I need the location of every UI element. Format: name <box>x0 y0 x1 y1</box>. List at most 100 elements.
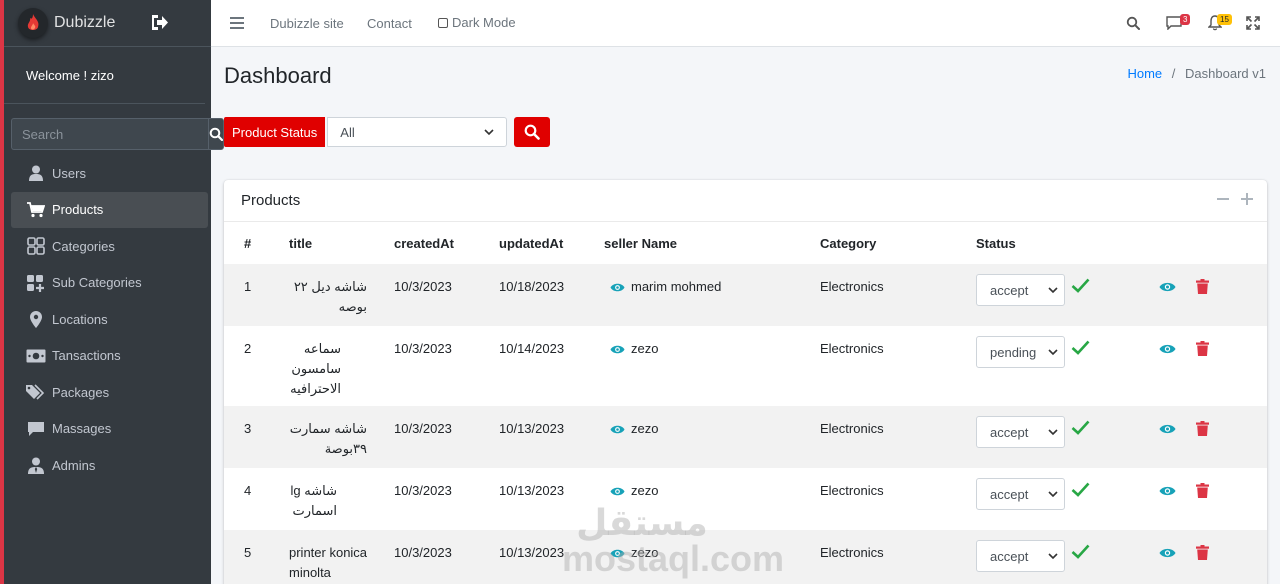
chevron-down-icon <box>1048 286 1058 293</box>
status-select[interactable]: accept <box>976 478 1065 510</box>
grid-icon <box>25 236 47 256</box>
dark-mode-checkbox[interactable] <box>438 17 448 28</box>
status-value: pending <box>990 344 1037 360</box>
products-card: Products # title createdAt updatedAt sel… <box>224 180 1267 584</box>
chevron-down-icon <box>1048 348 1058 355</box>
menu-toggle-icon[interactable] <box>230 17 244 32</box>
view-eye-icon[interactable] <box>1159 485 1176 497</box>
row-created: 10/3/2023 <box>394 545 452 560</box>
collapse-minus-icon[interactable] <box>1217 193 1229 205</box>
row-updated: 10/13/2023 <box>499 483 565 498</box>
check-icon[interactable] <box>1071 340 1090 355</box>
product-status-filter: Product Status All <box>224 117 551 147</box>
status-select[interactable]: accept <box>976 416 1065 448</box>
table-row: 1 شاشه ديل ٢٢ بوصه 10/3/2023 10/18/2023 … <box>224 264 1267 326</box>
sidebar-item-users[interactable]: Users <box>11 155 208 192</box>
notifications-badge: 15 <box>1217 14 1232 25</box>
seller-name: zezo <box>631 483 659 498</box>
nav-link-contact[interactable]: Contact <box>367 16 412 31</box>
row-title: شاشه سمارت ٣٩بوصة <box>289 421 367 456</box>
user-icon <box>25 163 47 183</box>
trash-icon[interactable] <box>1196 545 1209 560</box>
nav-link-dubizzle-site[interactable]: Dubizzle site <box>270 16 344 31</box>
row-seller[interactable]: marim mohmed <box>610 277 721 297</box>
sidebar-item-label: Locations <box>52 311 108 327</box>
status-value: accept <box>990 282 1029 298</box>
search-icon <box>209 127 223 141</box>
status-select[interactable]: accept <box>976 540 1065 572</box>
fullscreen-icon[interactable] <box>1246 16 1260 33</box>
status-select[interactable]: pending <box>976 336 1065 368</box>
filter-search-button[interactable] <box>514 117 551 147</box>
user-panel: Welcome ! zizo <box>4 47 205 104</box>
check-icon[interactable] <box>1071 278 1090 293</box>
trash-icon[interactable] <box>1196 421 1209 436</box>
col-updated: updatedAt <box>499 236 564 251</box>
trash-icon[interactable] <box>1196 483 1209 498</box>
check-icon[interactable] <box>1071 482 1090 497</box>
table-row: 3 شاشه سمارت ٣٩بوصة 10/3/2023 10/13/2023… <box>224 406 1267 468</box>
eye-icon <box>610 345 625 354</box>
trash-icon[interactable] <box>1196 341 1209 356</box>
sidebar: Dubizzle Welcome ! zizo Users Products C… <box>0 0 224 584</box>
product-status-select[interactable]: All <box>327 117 508 147</box>
row-seller[interactable]: zezo <box>610 543 658 563</box>
breadcrumb-home[interactable]: Home <box>1127 66 1162 81</box>
row-title: printer konica minolta <box>289 545 368 580</box>
row-number: 2 <box>244 341 252 356</box>
chevron-down-icon <box>484 128 494 135</box>
row-updated: 10/13/2023 <box>499 421 565 436</box>
view-eye-icon[interactable] <box>1159 423 1176 435</box>
row-seller[interactable]: zezo <box>610 419 658 439</box>
status-value: accept <box>990 548 1029 564</box>
brand[interactable]: Dubizzle <box>4 0 211 47</box>
view-eye-icon[interactable] <box>1159 547 1176 559</box>
dark-mode-toggle[interactable]: Dark Mode <box>438 15 516 30</box>
sidebar-item-admins[interactable]: Admins <box>11 447 208 484</box>
sidebar-search-input[interactable] <box>11 118 208 150</box>
table-row: 4 شاشه lg اسمارت 10/3/2023 10/13/2023 ze… <box>224 468 1267 530</box>
sidebar-item-categories[interactable]: Categories <box>11 228 208 265</box>
sidebar-item-products[interactable]: Products <box>11 191 208 228</box>
sidebar-search <box>11 118 224 150</box>
row-seller[interactable]: zezo <box>610 481 658 501</box>
check-icon[interactable] <box>1071 420 1090 435</box>
sidebar-item-label: Tansactions <box>52 348 121 364</box>
product-status-selected: All <box>340 124 355 140</box>
grid-plus-icon <box>25 273 47 293</box>
page-title: Dashboard <box>224 63 332 88</box>
eye-icon <box>610 283 625 292</box>
check-icon[interactable] <box>1071 544 1090 559</box>
sidebar-item-label: Sub Categories <box>52 275 142 291</box>
sidebar-item-packages[interactable]: Packages <box>11 374 208 411</box>
seller-name: zezo <box>631 421 659 436</box>
breadcrumb-separator: / <box>1171 66 1176 81</box>
sidebar-item-label: Products <box>52 202 104 218</box>
logout-icon[interactable] <box>150 14 169 34</box>
row-updated: 10/13/2023 <box>499 545 565 560</box>
view-eye-icon[interactable] <box>1159 343 1176 355</box>
map-marker-icon <box>25 309 47 329</box>
top-navbar: Dubizzle site Contact Dark Mode 3 15 <box>211 0 1280 47</box>
sidebar-item-massages[interactable]: Massages <box>11 411 208 448</box>
brand-logo-icon <box>18 8 48 38</box>
status-value: accept <box>990 486 1029 502</box>
sidebar-item-label: Users <box>52 165 86 181</box>
row-created: 10/3/2023 <box>394 279 452 294</box>
table-header: # title createdAt updatedAt seller Name … <box>224 222 1267 264</box>
table-row: 2 سماعه سامسون الاحترافيه 10/3/2023 10/1… <box>224 326 1267 406</box>
view-eye-icon[interactable] <box>1159 281 1176 293</box>
row-seller[interactable]: zezo <box>610 339 658 359</box>
sidebar-search-button[interactable] <box>208 118 224 150</box>
navbar-search-icon[interactable] <box>1126 16 1140 33</box>
row-created: 10/3/2023 <box>394 483 452 498</box>
sidebar-item-sub-categories[interactable]: Sub Categories <box>11 265 208 302</box>
seller-name: marim mohmed <box>631 279 722 294</box>
trash-icon[interactable] <box>1196 279 1209 294</box>
expand-plus-icon[interactable] <box>1241 193 1253 205</box>
sidebar-item-locations[interactable]: Locations <box>11 301 208 338</box>
status-select[interactable]: accept <box>976 274 1065 306</box>
sidebar-item-transactions[interactable]: Tansactions <box>11 338 208 375</box>
welcome-text: Welcome ! zizo <box>26 67 114 83</box>
col-created: createdAt <box>394 236 454 251</box>
